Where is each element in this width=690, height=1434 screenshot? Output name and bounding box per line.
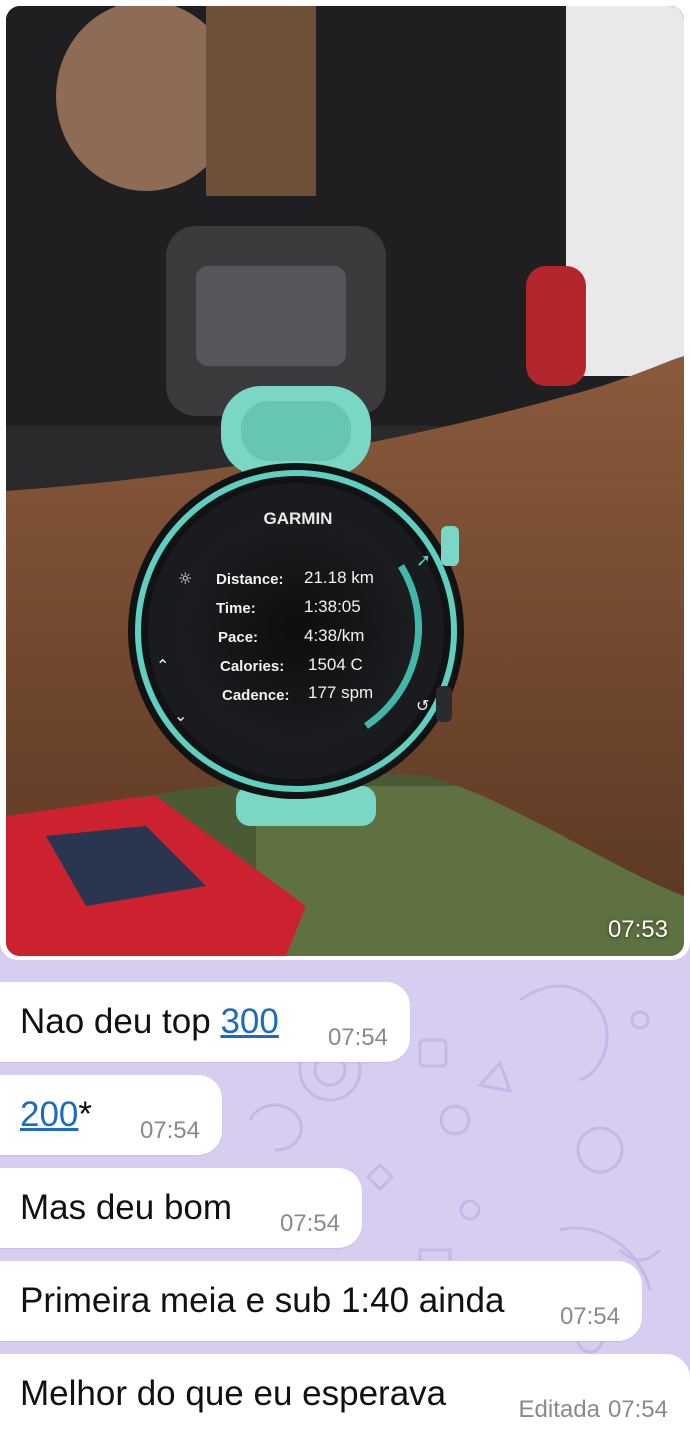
watch-value-cadence: 177 spm (308, 683, 373, 702)
message-bubble[interactable]: Melhor do que eu esperava Editada 07:54 (0, 1354, 690, 1434)
watch-label-cadence: Cadence: (222, 687, 290, 704)
message-timestamp: 07:54 (279, 1210, 340, 1237)
watch-label-distance: Distance: (216, 571, 284, 588)
message-text: Nao deu top 300 (20, 1002, 279, 1042)
message-timestamp: 07:54 (559, 1303, 620, 1330)
message-timestamp: 07:54 (139, 1117, 200, 1144)
watch-label-pace: Pace: (218, 629, 258, 646)
photo-timestamp: 07:53 (607, 916, 668, 943)
edited-label: Editada (518, 1396, 600, 1423)
svg-text:➚: ➚ (416, 550, 431, 571)
watch-label-time: Time: (216, 600, 256, 617)
svg-text:☼: ☼ (178, 569, 192, 588)
message-timestamp: 07:54 (327, 1024, 388, 1051)
message-text: Primeira meia e sub 1:40 ainda (20, 1281, 505, 1320)
message-text: Melhor do que eu esperava (20, 1374, 447, 1413)
message-timestamp: 07:54 (607, 1396, 668, 1423)
svg-text:↺: ↺ (416, 696, 429, 715)
svg-text:⌃: ⌃ (156, 656, 169, 675)
message-text-part: Nao deu top (20, 1002, 221, 1041)
watch-brand: GARMIN (264, 509, 333, 528)
message-text-suffix: * (78, 1095, 93, 1134)
message-bubble[interactable]: Primeira meia e sub 1:40 ainda 07:54 (0, 1261, 642, 1341)
svg-text:⌄: ⌄ (174, 706, 187, 725)
watch-label-calories: Calories: (220, 658, 284, 675)
message-text: Mas deu bom (20, 1188, 233, 1227)
message-text: 200* (20, 1095, 92, 1135)
watch-value-pace: 4:38/km (304, 626, 364, 645)
watch-photo-image: ☼ ➚ ↺ ⌃ ⌄ GARMIN Distance: 21.18 km Time… (6, 6, 684, 956)
message-bubble[interactable]: 200* 07:54 (0, 1075, 222, 1155)
watch-photo[interactable]: ☼ ➚ ↺ ⌃ ⌄ GARMIN Distance: 21.18 km Time… (6, 6, 684, 956)
watch-value-time: 1:38:05 (304, 597, 361, 616)
message-bubble[interactable]: Nao deu top 300 07:54 (0, 982, 410, 1062)
photo-message[interactable]: ☼ ➚ ↺ ⌃ ⌄ GARMIN Distance: 21.18 km Time… (0, 0, 690, 960)
message-meta: Editada 07:54 (519, 1396, 668, 1424)
message-link[interactable]: 200 (20, 1095, 78, 1134)
watch-value-distance: 21.18 km (304, 568, 374, 587)
watch-value-calories: 1504 C (308, 655, 363, 674)
message-bubble[interactable]: Mas deu bom 07:54 (0, 1168, 362, 1248)
message-link[interactable]: 300 (220, 1002, 278, 1041)
